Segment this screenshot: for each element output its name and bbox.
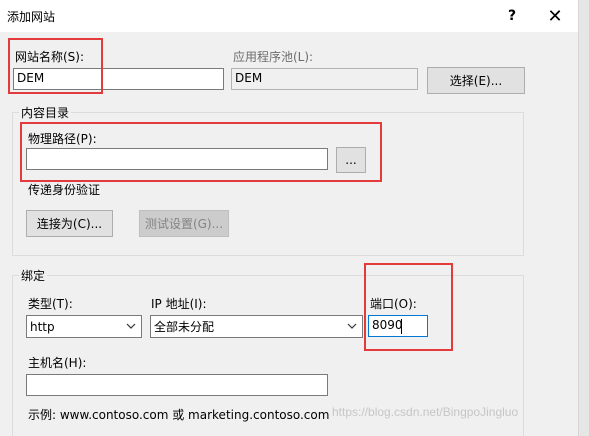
port-label: 端口(O): <box>370 297 417 311</box>
physical-path-input[interactable] <box>26 148 328 170</box>
dialog-title: 添加网站 <box>7 10 56 24</box>
watermark-text: https://blog.csdn.net/BingpoJingluo <box>332 405 519 419</box>
ip-address-label: IP 地址(I): <box>151 297 207 311</box>
host-name-label: 主机名(H): <box>28 356 87 370</box>
browse-button[interactable]: ... <box>336 147 366 173</box>
chevron-down-icon <box>347 323 357 329</box>
type-select[interactable]: http <box>26 315 142 338</box>
connect-as-button[interactable]: 连接为(C)... <box>26 210 113 237</box>
site-name-label: 网站名称(S): <box>15 50 85 64</box>
host-name-input[interactable] <box>26 374 328 396</box>
help-button[interactable]: ? <box>497 1 527 31</box>
type-label: 类型(T): <box>28 297 73 311</box>
binding-title: 绑定 <box>19 267 48 284</box>
auth-label: 传递身份验证 <box>28 183 101 197</box>
content-directory-title: 内容目录 <box>19 104 72 121</box>
app-pool-label: 应用程序池(L): <box>233 50 314 64</box>
chevron-down-icon <box>126 323 136 329</box>
site-name-input[interactable]: DEM <box>13 68 224 90</box>
type-select-value: http <box>30 319 55 334</box>
physical-path-label: 物理路径(P): <box>28 132 97 146</box>
ip-address-value: 全部未分配 <box>154 320 215 334</box>
app-pool-field: DEM <box>231 68 418 90</box>
ip-address-select[interactable]: 全部未分配 <box>150 315 363 338</box>
scrollbar[interactable] <box>578 0 589 436</box>
close-icon[interactable]: ✕ <box>540 1 570 31</box>
host-example-text: 示例: www.contoso.com 或 marketing.contoso.… <box>28 408 330 422</box>
text-caret <box>401 319 402 334</box>
title-bar <box>0 0 578 32</box>
port-input[interactable]: 8090 <box>368 315 428 337</box>
select-pool-button[interactable]: 选择(E)... <box>427 67 525 94</box>
test-settings-button: 测试设置(G)... <box>139 210 229 237</box>
